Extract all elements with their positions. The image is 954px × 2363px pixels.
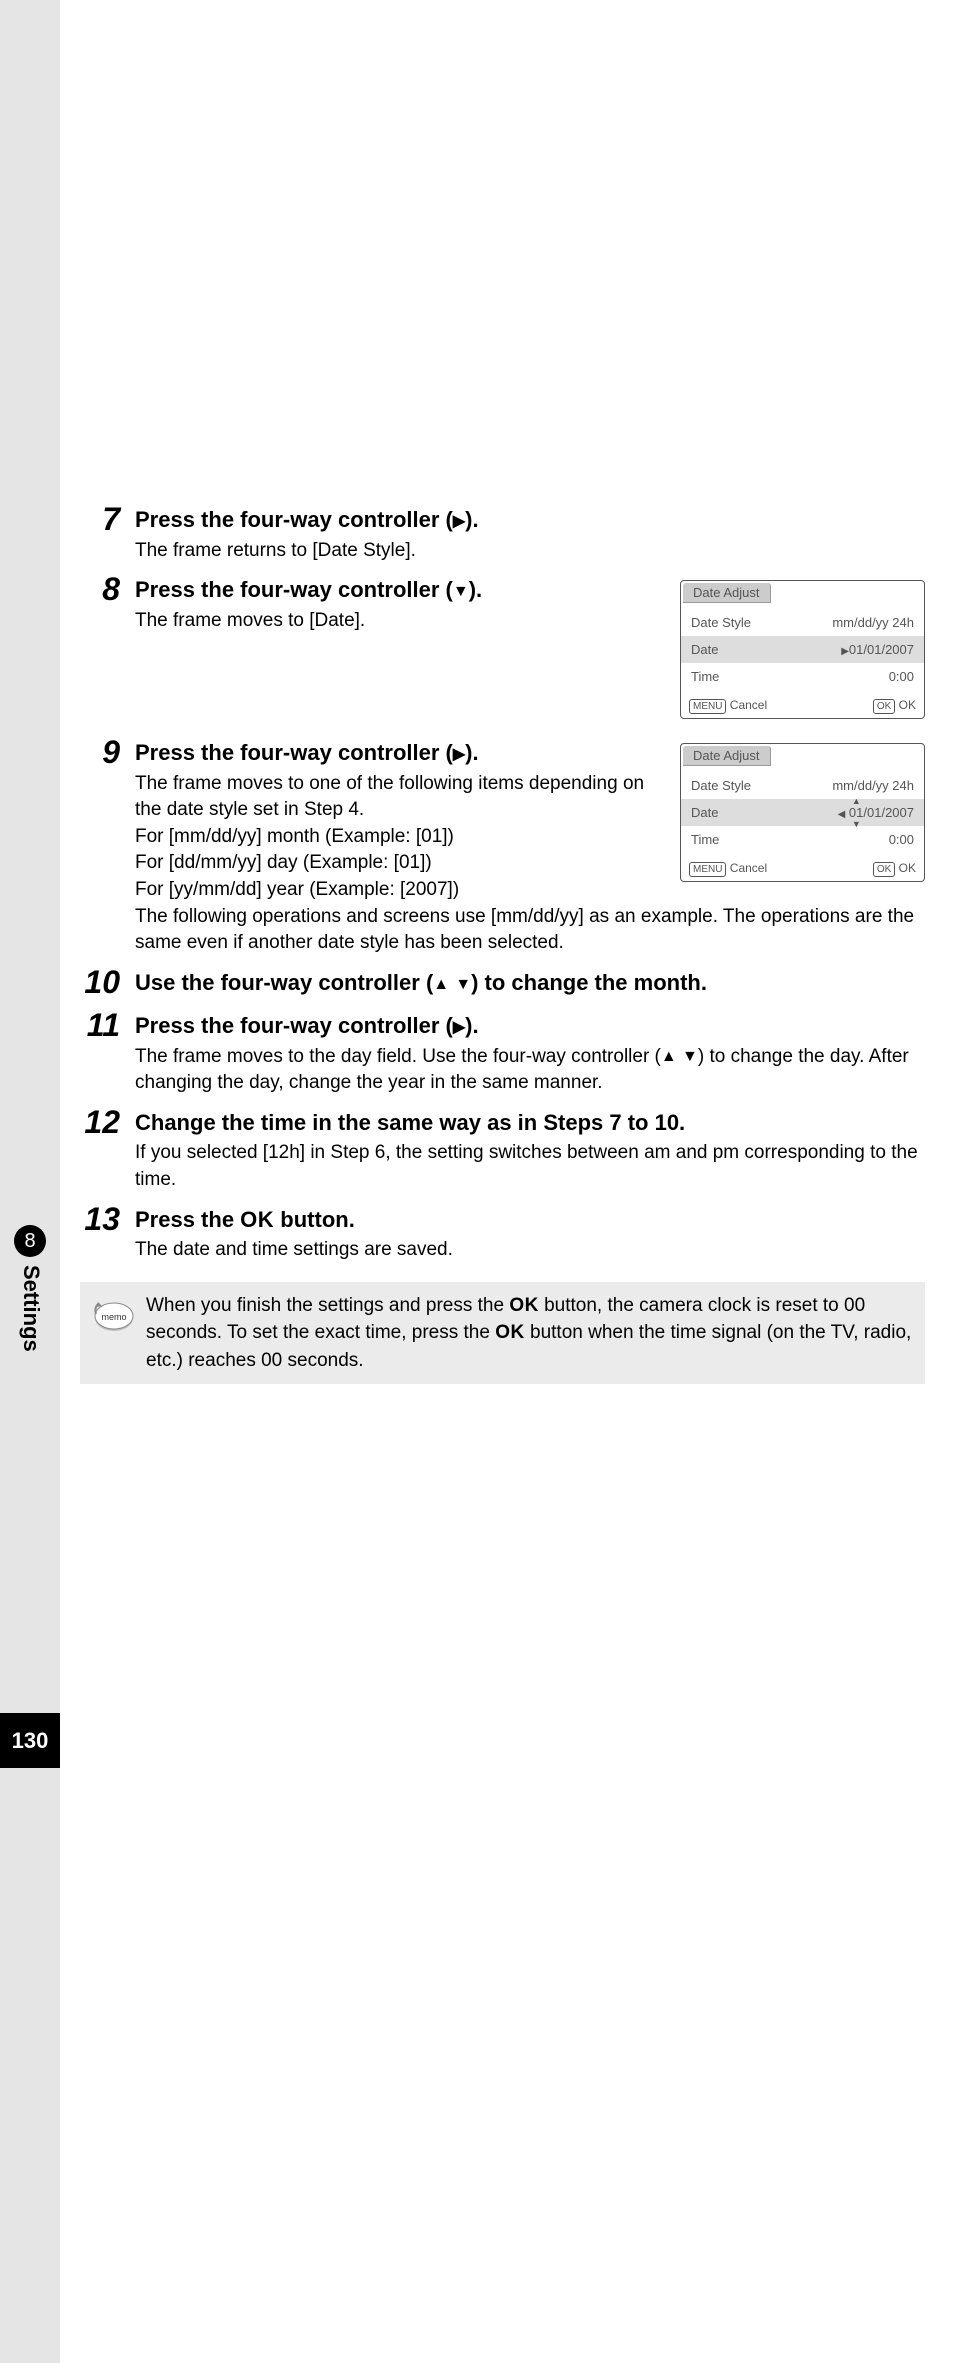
step-11: 11 Press the four-way controller (). The…	[80, 1008, 925, 1097]
step-7: 7 Press the four-way controller (). The …	[80, 502, 925, 564]
lcd-screenshot-date-selected: Date Adjust Date Stylemm/dd/yy 24h Date▶…	[680, 580, 925, 719]
step-description: If you selected [12h] in Step 6, the set…	[135, 1140, 925, 1193]
chapter-label: Settings	[18, 1265, 44, 1352]
step-description: The date and time settings are saved.	[135, 1237, 925, 1264]
ok-button-icon: OK	[873, 862, 895, 877]
step-description: The frame moves to the day field. Use th…	[135, 1044, 925, 1097]
up-arrow-icon	[661, 1046, 677, 1067]
memo-note: memo When you finish the settings and pr…	[80, 1282, 925, 1385]
step-8: 8 Press the four-way controller (). The …	[80, 572, 925, 727]
down-arrow-icon	[453, 577, 469, 602]
lcd-selected-row: Date▶01/01/2007	[681, 636, 924, 663]
page-number: 130	[0, 1713, 60, 1768]
memo-icon: memo	[92, 1292, 136, 1336]
up-arrow-icon	[433, 970, 449, 995]
step-description: The frame moves to [Date].	[135, 608, 665, 635]
menu-button-icon: MENU	[689, 699, 726, 714]
step-number: 8	[80, 572, 135, 607]
right-arrow-icon	[453, 740, 465, 765]
step-number: 13	[80, 1202, 135, 1237]
step-description: The frame returns to [Date Style].	[135, 538, 925, 565]
memo-text: When you finish the settings and press t…	[146, 1292, 913, 1375]
svg-text:memo: memo	[101, 1312, 126, 1322]
step-9: 9 Press the four-way controller (). The …	[80, 735, 925, 957]
lcd-title: Date Adjust	[683, 746, 771, 766]
step-10: 10 Use the four-way controller ( ) to ch…	[80, 965, 925, 1001]
step-heading: Use the four-way controller ( ) to chang…	[135, 969, 925, 997]
step-number: 11	[80, 1008, 135, 1043]
lcd-title: Date Adjust	[683, 583, 771, 603]
step-13: 13 Press the OK button. The date and tim…	[80, 1202, 925, 1264]
step-heading: Press the OK button.	[135, 1206, 925, 1234]
left-gutter	[0, 0, 60, 2363]
lcd-selected-row: Date ◀ ▲▼01/01/2007	[681, 799, 924, 826]
menu-button-icon: MENU	[689, 862, 726, 877]
right-arrow-icon	[453, 1013, 465, 1038]
down-arrow-icon	[682, 1046, 698, 1067]
step-heading: Press the four-way controller ().	[135, 506, 925, 534]
step-heading: Press the four-way controller ().	[135, 1012, 925, 1040]
step-number: 9	[80, 735, 135, 770]
step-number: 10	[80, 965, 135, 1000]
step-description-wide: The following operations and screens use…	[135, 904, 925, 957]
step-number: 12	[80, 1105, 135, 1140]
ok-button-icon: OK	[873, 699, 895, 714]
down-arrow-icon	[455, 970, 471, 995]
step-heading: Press the four-way controller ().	[135, 739, 665, 767]
step-12: 12 Change the time in the same way as in…	[80, 1105, 925, 1194]
step-heading: Change the time in the same way as in St…	[135, 1109, 925, 1137]
step-description: The frame moves to one of the following …	[135, 771, 665, 904]
down-arrow-icon: ▼	[852, 819, 861, 829]
chapter-number-badge: 8	[14, 1225, 46, 1257]
lcd-screenshot-month-edit: Date Adjust Date Stylemm/dd/yy 24h Date …	[680, 743, 925, 882]
page-content: 7 Press the four-way controller (). The …	[80, 502, 925, 1384]
up-arrow-icon: ▲	[852, 796, 861, 806]
step-number: 7	[80, 502, 135, 537]
right-arrow-icon	[453, 507, 465, 532]
step-heading: Press the four-way controller ().	[135, 576, 665, 604]
